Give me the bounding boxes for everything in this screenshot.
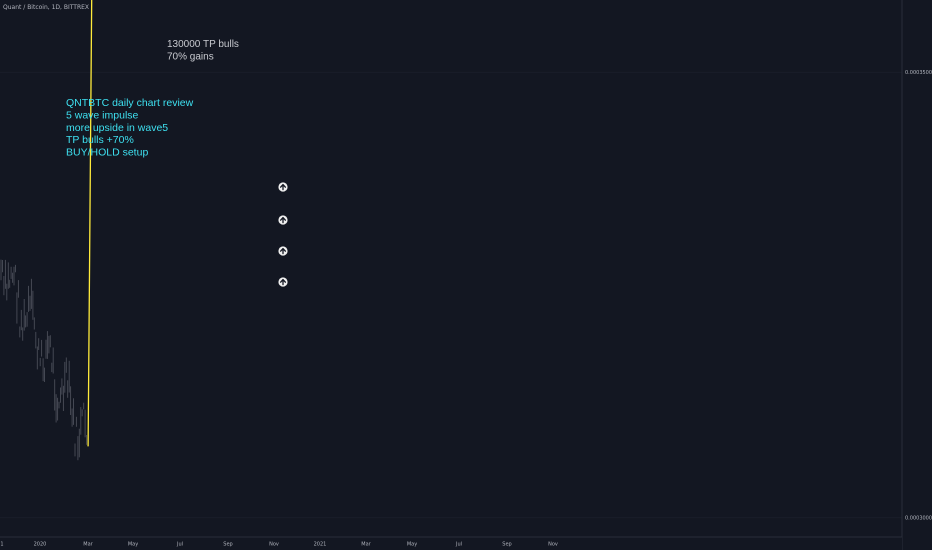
x-tick-label: Jul [455,542,462,548]
x-tick-label: Mar [83,542,93,548]
chart-annotations[interactable]: QNTBTC daily chart review5 wave impulsem… [66,39,239,159]
up-arrows [278,182,288,287]
x-tick-label: Jul [176,542,183,548]
candle-series [0,74,92,461]
time-scale[interactable]: 1 2020 Mar May Jul Sep Nov 2021 Mar May Jul Sep Nov [0,536,902,550]
price-chart[interactable]: 0.00052620 (68.57%) 52620 (1)(2)(3)(4) Q… [0,0,932,550]
x-tick-label: May [128,542,138,548]
price-scale[interactable]: 0.001300000.001250000.001200000.00115000… [901,0,932,550]
arrow-up-circle-icon [278,277,288,287]
note-line[interactable]: 5 wave impulse [66,109,139,121]
x-tick-label: Mar [361,542,371,548]
note-line[interactable]: QNTBTC daily chart review [66,97,194,109]
target-text-line[interactable]: 130000 TP bulls [167,39,239,50]
target-text-line[interactable]: 70% gains [167,52,214,63]
price-scale-bg [902,0,932,550]
symbol-title: Quant / Bitcoin, 1D, BITTREX [3,4,90,11]
x-tick-label: Sep [502,542,511,548]
x-tick-label: Nov [548,542,558,548]
y-tick-label: 0.00030000 [905,515,932,521]
note-line[interactable]: TP bulls +70% [66,134,134,146]
wave-line[interactable] [87,0,224,447]
note-line[interactable]: BUY/HOLD setup [66,147,148,159]
x-tick-label: Nov [269,542,279,548]
grid-lines [0,71,902,519]
y-tick-label: 0.00035000 [905,70,932,76]
x-tick-label: Sep [223,542,232,548]
arrow-up-circle-icon [278,182,288,192]
arrow-up-circle-icon [278,215,288,225]
elliott-wave[interactable]: (1)(2)(3)(4) [87,0,224,447]
x-tick-label: May [407,542,417,548]
x-tick-label: 2021 [314,542,327,548]
x-tick-label: 2020 [34,542,47,548]
note-line[interactable]: more upside in wave5 [66,122,168,134]
x-tick-label: 1 [0,542,3,548]
arrow-up-circle-icon [278,246,288,256]
